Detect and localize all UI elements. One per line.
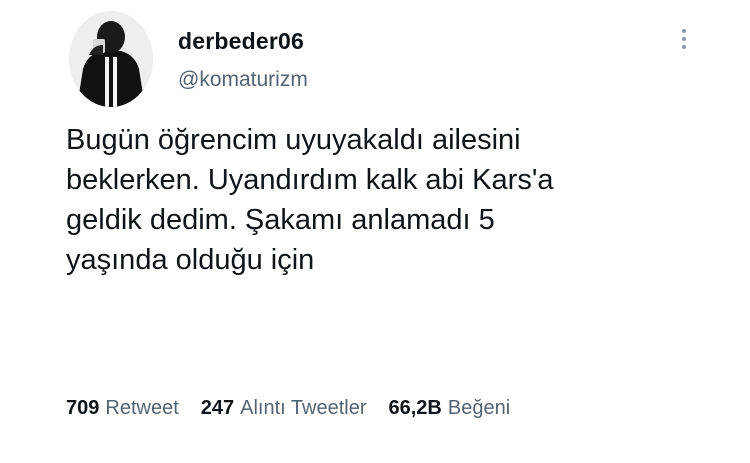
like-count-link[interactable]: 66,2B Beğeni — [388, 397, 510, 420]
quote-count: 247 — [200, 397, 235, 419]
tweet-text: Bugün öğrencim uyuyakaldı ailesini bekle… — [66, 120, 706, 280]
more-vertical-icon-dot — [682, 37, 686, 41]
tweet-text-line: beklerken. Uyandırdım kalk abi Kars'a — [66, 164, 554, 196]
tweet-stats: 709 Retweet 247 Alıntı Tweetler 66,2B Be… — [66, 397, 532, 420]
tweet-text-line: yaşında olduğu için — [66, 244, 315, 276]
more-vertical-icon — [682, 29, 686, 33]
avatar[interactable] — [69, 11, 153, 107]
retweet-count: 709 — [66, 397, 100, 419]
like-label: Beğeni — [447, 397, 511, 419]
tweet: derbeder06 @komaturizm Bugün öğrencim uy… — [0, 0, 750, 463]
like-count: 66,2B — [388, 397, 442, 419]
quote-count-link[interactable]: 247 Alıntı Tweetler — [201, 397, 367, 420]
quote-label: Alıntı Tweetler — [240, 397, 367, 419]
retweet-count-link[interactable]: 709 Retweet — [66, 397, 179, 420]
user-handle[interactable]: @komaturizm — [178, 68, 308, 92]
display-name[interactable]: derbeder06 — [178, 28, 304, 55]
tweet-text-line: geldik dedim. Şakamı anlamadı 5 — [66, 204, 495, 236]
more-vertical-icon-dot — [682, 45, 686, 49]
retweet-label: Retweet — [105, 397, 179, 419]
more-options-button[interactable] — [672, 24, 696, 54]
avatar-photo — [69, 11, 153, 107]
tweet-text-line: Bugün öğrencim uyuyakaldı ailesini — [66, 124, 521, 156]
